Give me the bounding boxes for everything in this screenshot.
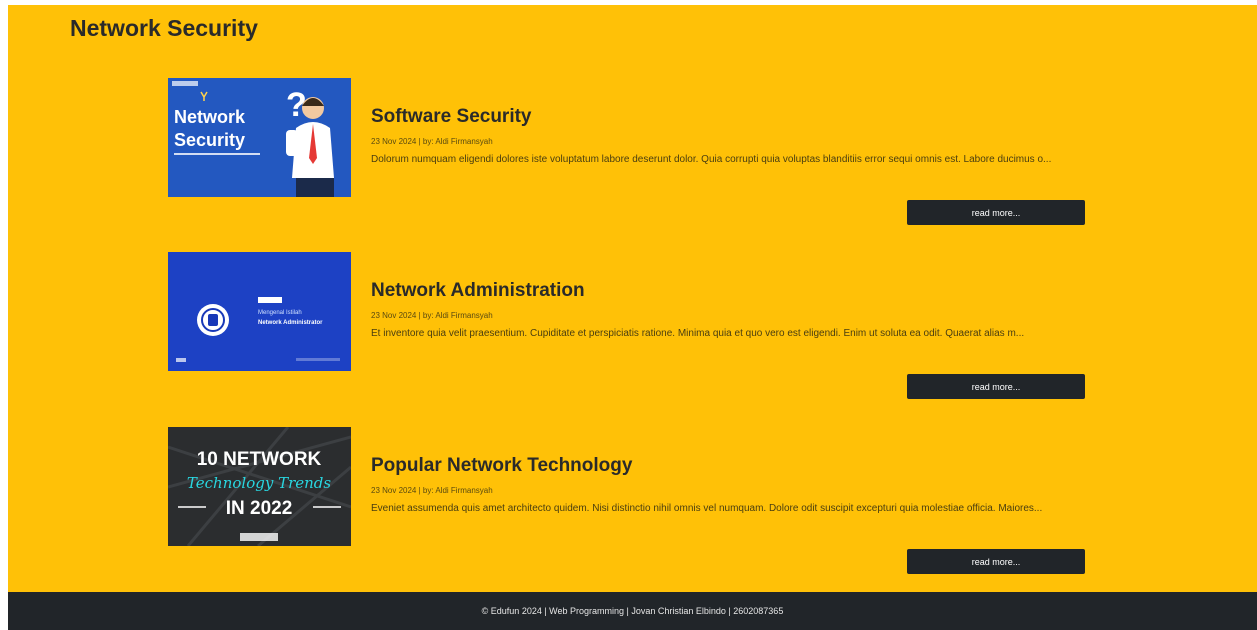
- article-thumbnail[interactable]: Network Security ?: [168, 78, 351, 197]
- read-more-button[interactable]: read more...: [907, 549, 1085, 574]
- article-meta: 23 Nov 2024 | by: Aldi Firmansyah: [371, 137, 493, 146]
- article-excerpt: Dolorum numquam eligendi dolores iste vo…: [371, 154, 1052, 165]
- read-more-button[interactable]: read more...: [907, 200, 1085, 225]
- article-title[interactable]: Software Security: [371, 106, 532, 128]
- thumbnail-text-line2: Network Administrator: [258, 320, 323, 326]
- article-excerpt: Eveniet assumenda quis amet architecto q…: [371, 503, 1043, 514]
- article-meta: 23 Nov 2024 | by: Aldi Firmansyah: [371, 486, 493, 495]
- footer-text: © Edufun 2024 | Web Programming | Jovan …: [481, 606, 784, 616]
- article-title[interactable]: Popular Network Technology: [371, 455, 632, 477]
- article-card-popular-network-technology: 10 NETWORK Technology Trends IN 2022 Pop…: [168, 427, 1088, 577]
- article-excerpt: Et inventore quia velit praesentium. Cup…: [371, 328, 1025, 339]
- read-more-button[interactable]: read more...: [907, 374, 1085, 399]
- thumbnail-text-line1: Network: [174, 107, 246, 127]
- thumbnail-text-line1: 10 NETWORK: [197, 449, 322, 470]
- article-thumbnail[interactable]: Mengenal Istilah Network Administrator: [168, 252, 351, 371]
- article-card-network-administration: Mengenal Istilah Network Administrator N…: [168, 252, 1088, 402]
- article-thumbnail[interactable]: 10 NETWORK Technology Trends IN 2022: [168, 427, 351, 546]
- article-meta: 23 Nov 2024 | by: Aldi Firmansyah: [371, 311, 493, 320]
- page-title: Network Security: [70, 15, 258, 41]
- thumbnail-text-line1: Mengenal Istilah: [258, 310, 302, 316]
- thumbnail-text-line2: Security: [174, 130, 245, 150]
- article-card-software-security: Network Security ? Software Security 23 …: [168, 78, 1088, 228]
- thumbnail-text-line3: IN 2022: [226, 498, 293, 519]
- page-container: Network Security Network Security ? Soft…: [8, 5, 1257, 630]
- article-title[interactable]: Network Administration: [371, 280, 585, 302]
- thumbnail-text-line2: Technology Trends: [187, 474, 331, 492]
- footer: © Edufun 2024 | Web Programming | Jovan …: [8, 592, 1257, 630]
